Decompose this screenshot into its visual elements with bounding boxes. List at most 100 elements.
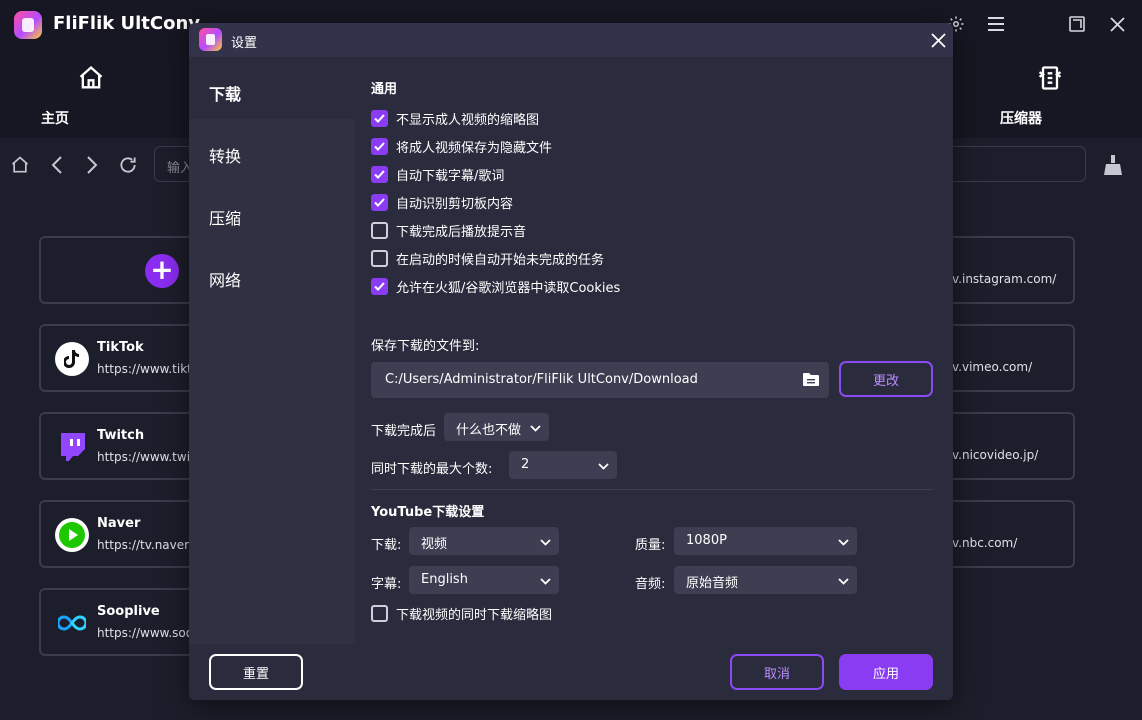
chevron-down-icon — [540, 535, 551, 550]
site-card-instagram[interactable]: v.instagram.com/ — [940, 236, 1075, 304]
home-icon — [41, 62, 141, 94]
reset-button[interactable]: 重置 — [209, 654, 303, 690]
checkbox-hide-adult-thumbnails[interactable]: 不显示成人视频的缩略图 — [371, 109, 540, 128]
checkbox-label: 下载视频的同时下载缩略图 — [396, 607, 553, 623]
subtitle-label: 字幕: — [371, 577, 402, 592]
chevron-down-icon — [838, 574, 849, 589]
dialog-title: 设置 — [231, 36, 258, 51]
site-card-sooplive[interactable]: Sooplive https://www.soop — [39, 588, 201, 656]
audio-label: 音频: — [635, 577, 666, 592]
site-url: https://www.twitc — [97, 450, 202, 464]
settings-sidebar: 下载 转换 压缩 网络 — [189, 57, 355, 644]
save-path-field[interactable]: C:/Users/Administrator/FliFlik UltConv/D… — [371, 362, 829, 398]
dialog-header: 设置 — [189, 23, 953, 57]
subtitle-value: English — [421, 572, 468, 587]
section-divider — [371, 489, 933, 490]
tiktok-icon — [55, 342, 89, 376]
forward-arrow-icon[interactable] — [79, 152, 105, 178]
chevron-down-icon — [838, 535, 849, 550]
checkbox-unchecked-icon[interactable] — [371, 221, 388, 239]
site-name: TikTok — [97, 340, 144, 355]
maximize-icon[interactable] — [1065, 12, 1089, 36]
site-card-twitch[interactable]: Twitch https://www.twitc — [39, 412, 202, 480]
site-url: https://www.tiktc — [97, 362, 199, 376]
checkbox-checked-icon[interactable] — [371, 137, 388, 155]
checkbox-resume-tasks[interactable]: 在启动的时候自动开始未完成的任务 — [371, 249, 605, 268]
close-icon[interactable] — [1105, 12, 1129, 36]
youtube-section-title: YouTube下载设置 — [371, 505, 485, 520]
after-download-select[interactable]: 什么也不做 — [444, 413, 549, 441]
checkbox-detect-clipboard[interactable]: 自动识别剪切板内容 — [371, 193, 514, 212]
settings-dialog: 设置 下载 转换 压缩 网络 通用 不显示成人视频的缩略图 将成人视频保存为隐藏… — [189, 23, 953, 700]
refresh-icon[interactable] — [115, 152, 141, 178]
app-title: FliFlik UltConv — [53, 13, 201, 34]
site-url: v.nbc.com/ — [952, 536, 1018, 550]
checkbox-checked-icon[interactable] — [371, 277, 388, 295]
folder-icon[interactable] — [803, 372, 819, 390]
after-download-value: 什么也不做 — [456, 423, 522, 438]
nav-tab-home-label: 主页 — [41, 111, 69, 127]
checkbox-auto-subtitles[interactable]: 自动下载字幕/歌词 — [371, 165, 505, 184]
checkbox-unchecked-icon[interactable] — [371, 249, 388, 267]
sidebar-item-convert[interactable]: 转换 — [189, 119, 355, 181]
quality-select[interactable]: 1080P — [674, 527, 857, 555]
download-type-value: 视频 — [421, 537, 448, 552]
checkbox-label: 自动下载字幕/歌词 — [396, 168, 505, 184]
chevron-down-icon — [598, 459, 609, 474]
site-url: v.vimeo.com/ — [952, 360, 1033, 374]
nav-tab-compressor[interactable]: 压缩器 — [1000, 62, 1100, 127]
dialog-logo-icon — [199, 28, 222, 51]
chevron-down-icon — [540, 574, 551, 589]
apply-button[interactable]: 应用 — [839, 654, 933, 690]
checkbox-label: 在启动的时候自动开始未完成的任务 — [396, 252, 605, 268]
max-concurrent-select[interactable]: 2 — [509, 451, 617, 479]
max-concurrent-label: 同时下载的最大个数: — [371, 462, 493, 477]
checkbox-checked-icon[interactable] — [371, 165, 388, 183]
back-arrow-icon[interactable] — [44, 152, 70, 178]
app-logo-icon — [14, 11, 42, 39]
site-name: Naver — [97, 516, 141, 531]
site-url: v.instagram.com/ — [952, 272, 1057, 286]
download-type-label: 下载: — [371, 538, 402, 553]
audio-select[interactable]: 原始音频 — [674, 566, 857, 594]
site-url: v.nicovideo.jp/ — [952, 448, 1039, 462]
site-card-nicovideo[interactable]: v.nicovideo.jp/ — [940, 412, 1075, 480]
checkbox-checked-icon[interactable] — [371, 109, 388, 127]
site-name: Twitch — [97, 428, 145, 443]
broom-icon[interactable] — [1100, 152, 1126, 178]
site-card-tiktok[interactable]: TikTok https://www.tiktc — [39, 324, 199, 392]
dialog-close-icon[interactable] — [927, 29, 949, 51]
add-site-card[interactable]: + — [39, 236, 199, 304]
after-download-label: 下载完成后 — [371, 424, 437, 439]
sidebar-item-network[interactable]: 网络 — [189, 243, 355, 305]
checkbox-label: 将成人视频保存为隐藏文件 — [396, 140, 553, 156]
checkbox-label: 不显示成人视频的缩略图 — [396, 112, 540, 128]
site-name: Sooplive — [97, 604, 160, 619]
nav-tab-home[interactable]: 主页 — [41, 62, 141, 127]
checkbox-download-thumbnail[interactable]: 下载视频的同时下载缩略图 — [371, 604, 553, 623]
checkbox-unchecked-icon[interactable] — [371, 604, 388, 622]
cancel-button[interactable]: 取消 — [730, 654, 824, 690]
menu-icon[interactable] — [984, 12, 1008, 36]
site-url: https://www.soop — [97, 626, 201, 640]
checkbox-label: 允许在火狐/谷歌浏览器中读取Cookies — [396, 280, 621, 296]
checkbox-hide-adult-files[interactable]: 将成人视频保存为隐藏文件 — [371, 137, 553, 156]
dialog-footer: 重置 取消 应用 — [189, 644, 953, 700]
site-card-naver[interactable]: Naver https://tv.naver.c — [39, 500, 199, 568]
site-card-vimeo[interactable]: v.vimeo.com/ — [940, 324, 1075, 392]
sidebar-item-compress[interactable]: 压缩 — [189, 181, 355, 243]
sidebar-item-download[interactable]: 下载 — [189, 57, 355, 119]
change-path-button[interactable]: 更改 — [839, 361, 933, 397]
max-concurrent-value: 2 — [521, 457, 530, 472]
subtitle-select[interactable]: English — [409, 566, 559, 594]
download-type-select[interactable]: 视频 — [409, 527, 559, 555]
checkbox-checked-icon[interactable] — [371, 193, 388, 211]
quality-value: 1080P — [686, 533, 727, 548]
checkbox-read-cookies[interactable]: 允许在火狐/谷歌浏览器中读取Cookies — [371, 277, 621, 296]
save-path-value: C:/Users/Administrator/FliFlik UltConv/D… — [385, 372, 698, 387]
checkbox-label: 自动识别剪切板内容 — [396, 196, 514, 212]
browser-home-icon[interactable] — [7, 152, 33, 178]
save-to-label: 保存下载的文件到: — [371, 339, 480, 354]
checkbox-play-sound[interactable]: 下载完成后播放提示音 — [371, 221, 526, 240]
site-card-nbc[interactable]: v.nbc.com/ — [940, 500, 1075, 568]
